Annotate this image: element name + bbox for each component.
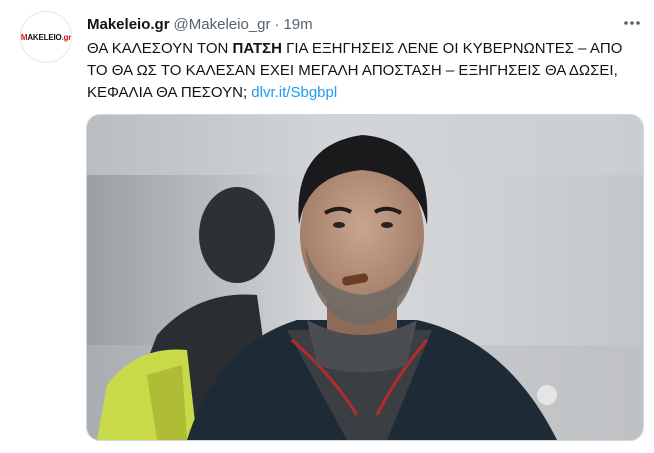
tweet-header: Makeleio.gr @Makeleio_gr · 19m [87,14,313,34]
tweet-text-part: ΘΑ ΚΑΛΕΣΟΥΝ ΤΟΝ [87,40,233,57]
photo-illustration [87,115,643,440]
avatar[interactable]: MAKELEIO.gr [20,11,72,63]
tweet-text: ΘΑ ΚΑΛΕΣΟΥΝ ΤΟΝ ΠΑΤΣΗ ΓΙΑ ΕΞΗΓΗΣΕΙΣ ΛΕΝΕ… [87,38,642,104]
avatar-logo: MAKELEIO.gr [21,33,71,42]
photo-media[interactable] [86,114,644,441]
logo-suffix: .gr [61,32,72,42]
account-handle[interactable]: @Makeleio_gr [174,16,271,33]
tweet[interactable]: MAKELEIO.gr Makeleio.gr @Makeleio_gr · 1… [0,0,654,453]
logo-word: AKELEIO [27,32,62,42]
tweet-link[interactable]: dlvr.it/Sbgbpl [251,84,337,101]
timestamp[interactable]: 19m [283,16,312,33]
tweet-text-bold: ΠΑΤΣΗ [232,40,282,57]
separator-dot: · [274,15,280,33]
more-dots-icon[interactable] [620,12,644,34]
account-name[interactable]: Makeleio.gr [87,16,170,33]
